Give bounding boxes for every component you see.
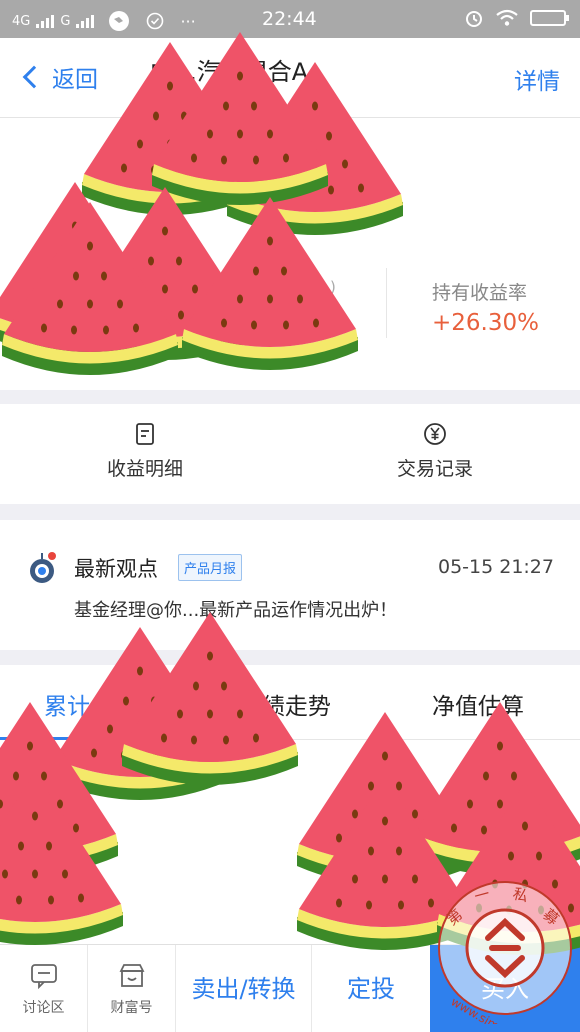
simu001-watermark-logo: 第 一 私 募 www.simu001.cn (438, 881, 572, 1024)
clock: 22:44 (262, 8, 317, 30)
chevron-left-icon (22, 65, 46, 89)
holding-summary: ) 持有收益率 +26.30% (0, 118, 580, 390)
browser-icon (109, 11, 130, 31)
obscured-label: ) (330, 278, 336, 296)
summary-divider (386, 268, 387, 338)
page-title: 中...汽...混合A (150, 58, 309, 86)
income-detail-label: 收益明细 (106, 458, 183, 480)
wealth-button[interactable]: 财富号 (88, 945, 176, 1032)
active-tab-indicator (0, 737, 100, 740)
detail-button[interactable]: 详情 (514, 62, 560, 96)
holding-rate-label: 持有收益率 (432, 282, 528, 304)
document-icon (136, 423, 154, 445)
wifi-icon (496, 9, 518, 26)
discuss-label: 讨论区 (22, 1000, 65, 1016)
discuss-button[interactable]: 讨论区 (0, 945, 88, 1032)
robot-mascot-icon (30, 552, 56, 583)
holding-rate-value: +26.30% (432, 310, 539, 336)
signal-icon (36, 14, 55, 28)
store-icon (119, 964, 144, 987)
status-left: 4G G ··· (12, 10, 196, 32)
auto-invest-button[interactable]: 定投 (312, 945, 430, 1032)
quick-actions: 收益明细 交易记录 (0, 404, 580, 504)
latest-opinion[interactable]: 最新观点 产品月报 05-15 21:27 基金经理@你...最新产品运作情况出… (0, 520, 580, 650)
tab-performance[interactable]: ...绩走势 (240, 687, 331, 721)
status-bar: 4G G ··· 22:44 (0, 0, 580, 38)
status-right (464, 8, 569, 28)
chat-bubble-icon (30, 964, 57, 989)
yuan-icon (424, 423, 446, 445)
news-body: 基金经理@你...最新产品运作情况出炉！ (74, 600, 398, 621)
news-title: 最新观点 (74, 557, 158, 581)
alarm-icon (466, 11, 482, 27)
trade-records-button[interactable]: 交易记录 (335, 422, 535, 481)
network-type-g: G (60, 13, 71, 29)
wealth-label: 财富号 (110, 1000, 153, 1016)
check-icon (147, 12, 164, 30)
income-detail-button[interactable]: 收益明细 (45, 422, 245, 481)
nav-bar: 返回 中...汽...混合A 详情 (0, 38, 580, 118)
sell-convert-button[interactable]: 卖出/转换 (176, 945, 312, 1032)
news-tag: 产品月报 (178, 554, 243, 581)
trade-records-label: 交易记录 (396, 458, 473, 480)
more-dots: ··· (180, 11, 196, 31)
news-time: 05-15 21:27 (437, 556, 554, 578)
tab-cumulative[interactable]: 累计 (44, 687, 90, 721)
signal-icon-2 (76, 14, 95, 28)
back-label: 返回 (52, 67, 98, 93)
tab-nav-estimate[interactable]: 净值估算 (432, 687, 524, 721)
battery-icon (530, 10, 569, 26)
back-button[interactable]: 返回 (20, 60, 98, 94)
network-type-4g: 4G (12, 13, 31, 29)
